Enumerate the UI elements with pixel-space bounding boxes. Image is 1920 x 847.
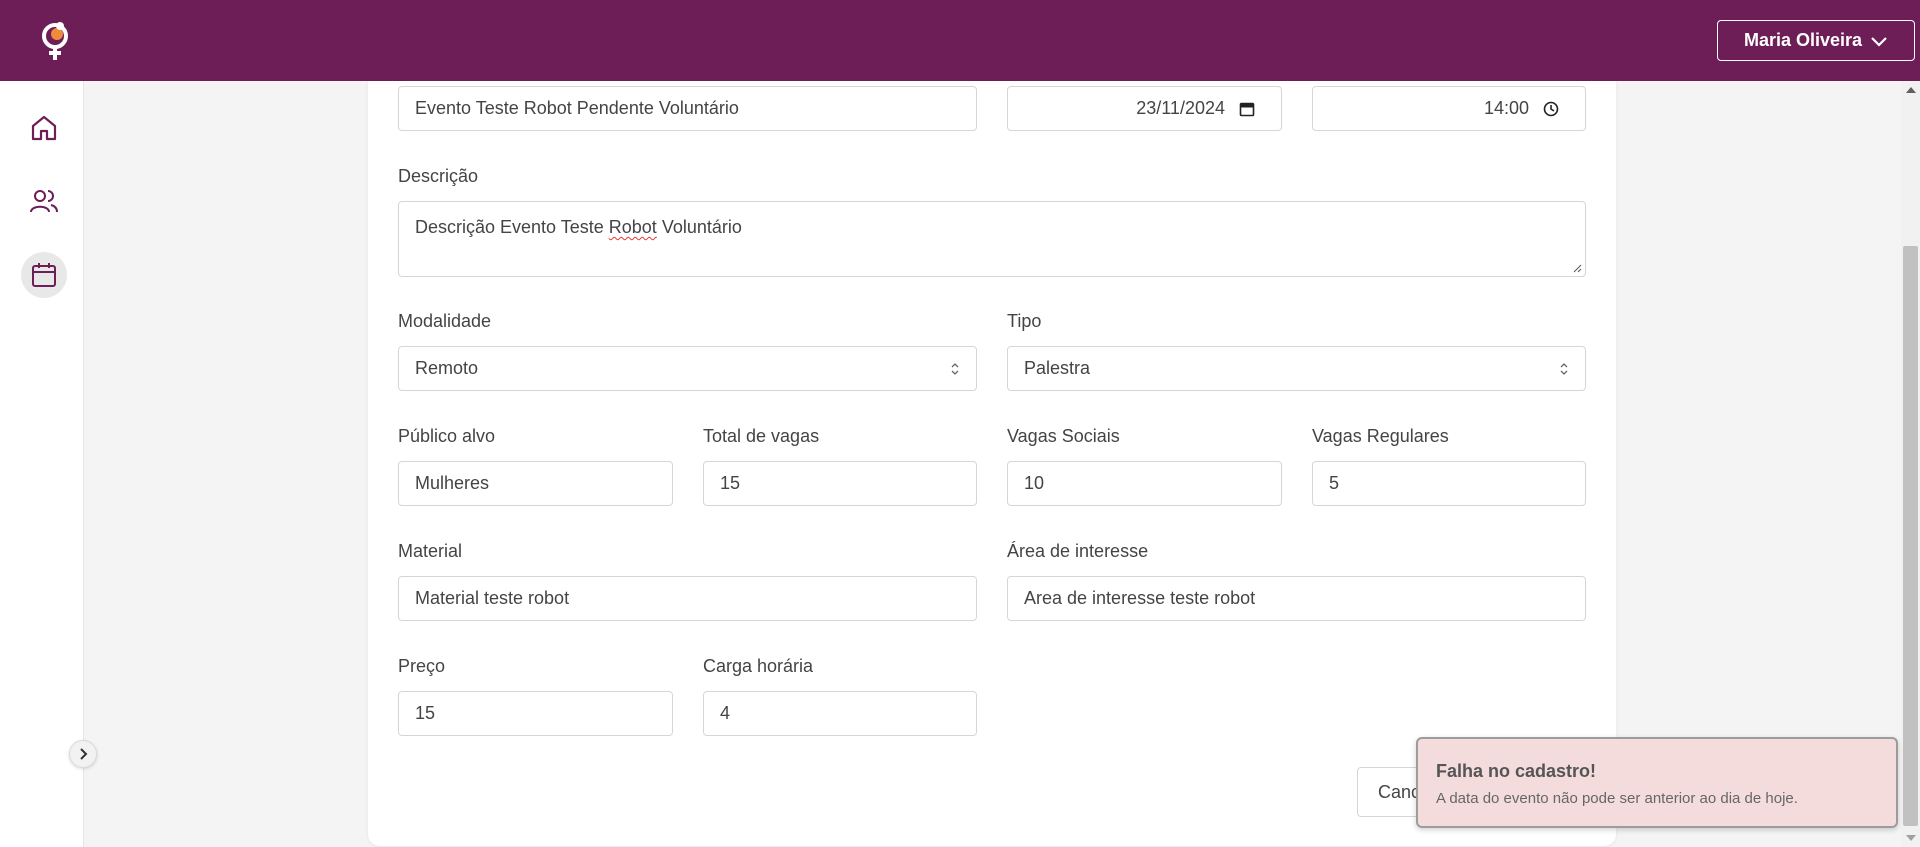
top-bar: Maria Oliveira: [0, 0, 1920, 81]
total-slots-value: 15: [720, 473, 741, 493]
description-label: Descrição: [398, 166, 479, 186]
type-label: Tipo: [1007, 311, 1042, 331]
user-name: Maria Oliveira: [1743, 30, 1863, 50]
workload-input[interactable]: 4: [703, 691, 977, 736]
time-input[interactable]: 14:00: [1312, 86, 1586, 131]
type-select[interactable]: Palestra: [1007, 346, 1586, 391]
interest-area-input[interactable]: Area de interesse teste robot: [1007, 576, 1586, 621]
modality-value: Remoto: [415, 358, 479, 378]
chevron-down-icon: [1871, 36, 1887, 47]
title-value: Evento Teste Robot Pendente Voluntário: [415, 98, 739, 118]
sidebar-item-users[interactable]: [21, 178, 67, 224]
interest-area-label: Área de interesse: [1007, 541, 1149, 561]
users-icon: [30, 190, 58, 213]
price-input[interactable]: 15: [398, 691, 673, 736]
modality-label: Modalidade: [398, 311, 492, 331]
scroll-down-arrow-icon[interactable]: [1906, 835, 1916, 841]
toast-title: Falha no cadastro!: [1436, 761, 1597, 781]
audience-input[interactable]: Mulheres: [398, 461, 673, 506]
social-slots-value: 10: [1024, 473, 1045, 493]
date-input[interactable]: 23/11/2024: [1007, 86, 1282, 131]
sidebar-item-calendar[interactable]: [21, 252, 67, 298]
clock-icon[interactable]: [1543, 101, 1559, 117]
interest-area-value: Area de interesse teste robot: [1024, 588, 1256, 608]
venus-logo-icon[interactable]: [38, 20, 72, 62]
price-value: 15: [415, 703, 436, 723]
material-input[interactable]: Material teste robot: [398, 576, 977, 621]
description-textarea[interactable]: Descrição Evento Teste Robot Voluntário: [398, 201, 1586, 277]
audience-label: Público alvo: [398, 426, 496, 446]
type-value: Palestra: [1024, 358, 1091, 378]
social-slots-input[interactable]: 10: [1007, 461, 1282, 506]
total-slots-label: Total de vagas: [703, 426, 820, 446]
error-toast[interactable]: Falha no cadastro! A data do evento não …: [1416, 737, 1898, 828]
regular-slots-value: 5: [1329, 473, 1340, 493]
select-arrows-icon: [1560, 362, 1568, 375]
calendar-icon: [32, 263, 56, 287]
description-value: Descrição Evento Teste Robot Voluntário: [415, 217, 742, 237]
user-menu-button[interactable]: Maria Oliveira: [1717, 20, 1915, 61]
scroll-up-arrow-icon[interactable]: [1906, 87, 1916, 93]
calendar-picker-icon[interactable]: [1239, 101, 1255, 117]
modality-select[interactable]: Remoto: [398, 346, 977, 391]
page-scrollbar[interactable]: [1901, 81, 1920, 847]
social-slots-label: Vagas Sociais: [1007, 426, 1120, 446]
time-value: 14:00: [1483, 98, 1529, 118]
select-arrows-icon: [951, 362, 959, 375]
home-icon: [31, 115, 57, 141]
scroll-thumb[interactable]: [1903, 246, 1918, 826]
audience-value: Mulheres: [415, 473, 490, 493]
sidebar-item-home[interactable]: [21, 105, 67, 151]
date-value: 23/11/2024: [1136, 98, 1225, 118]
title-input[interactable]: Evento Teste Robot Pendente Voluntário: [398, 86, 977, 131]
material-label: Material: [398, 541, 463, 561]
sidebar: [0, 81, 84, 847]
material-value: Material teste robot: [415, 588, 570, 608]
chevron-right-icon: [80, 748, 88, 760]
regular-slots-input[interactable]: 5: [1312, 461, 1586, 506]
sidebar-expand-button[interactable]: [69, 740, 97, 768]
total-slots-input[interactable]: 15: [703, 461, 977, 506]
workload-label: Carga horária: [703, 656, 814, 676]
workload-value: 4: [720, 703, 731, 723]
regular-slots-label: Vagas Regulares: [1312, 426, 1449, 446]
price-label: Preço: [398, 656, 446, 676]
toast-message: A data do evento não pode ser anterior a…: [1436, 790, 1798, 807]
resize-grip-icon[interactable]: [1572, 263, 1582, 273]
